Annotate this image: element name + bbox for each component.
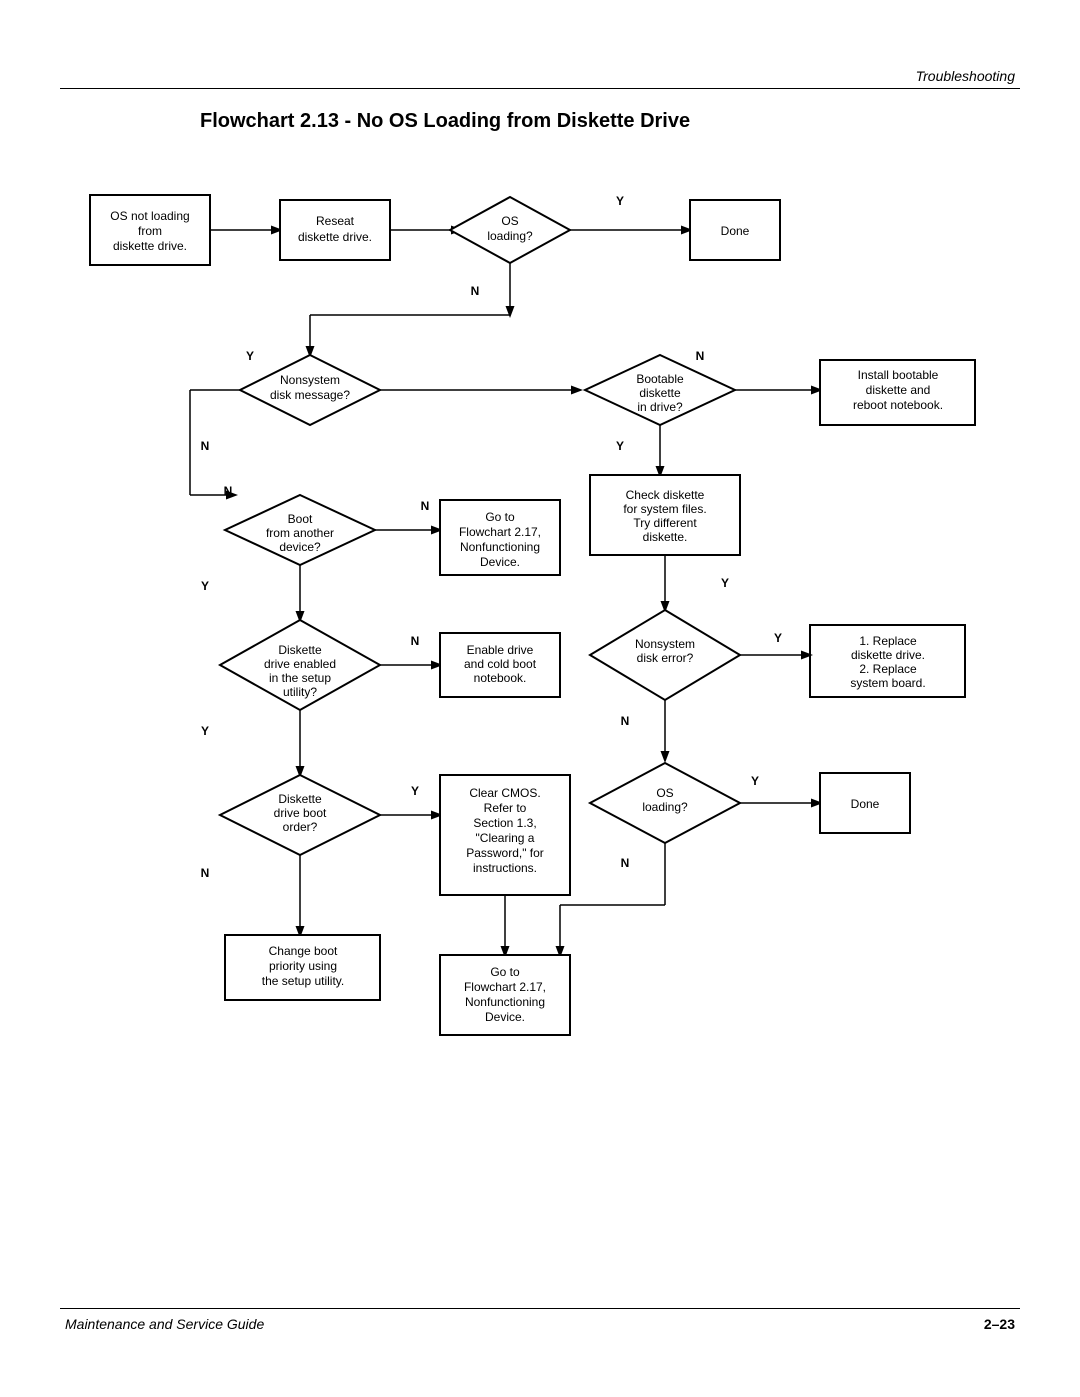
svg-text:N: N	[471, 284, 480, 298]
svg-text:order?: order?	[283, 820, 318, 834]
svg-text:N: N	[201, 439, 210, 453]
header-section: Troubleshooting	[916, 68, 1015, 84]
svg-text:Y: Y	[411, 784, 419, 798]
svg-text:device?: device?	[279, 540, 321, 554]
svg-text:Nonsystem: Nonsystem	[280, 373, 340, 387]
svg-text:Check diskette: Check diskette	[626, 488, 705, 502]
page: Troubleshooting Flowchart 2.13 - No OS L…	[0, 0, 1080, 1397]
svg-text:OS: OS	[656, 786, 673, 800]
svg-text:priority using: priority using	[269, 959, 337, 973]
svg-text:in drive?: in drive?	[637, 400, 683, 414]
svg-text:N: N	[411, 634, 420, 648]
svg-text:diskette drive.: diskette drive.	[851, 648, 925, 662]
svg-text:Section 1.3,: Section 1.3,	[473, 816, 536, 830]
svg-text:N: N	[621, 714, 630, 728]
svg-text:loading?: loading?	[642, 800, 688, 814]
footer-right: 2–23	[984, 1316, 1015, 1332]
svg-text:N: N	[421, 499, 430, 513]
svg-text:notebook.: notebook.	[474, 671, 527, 685]
svg-text:1. Replace: 1. Replace	[859, 634, 917, 648]
svg-text:Install bootable: Install bootable	[858, 368, 939, 382]
svg-text:reboot notebook.: reboot notebook.	[853, 398, 943, 412]
svg-text:Y: Y	[774, 631, 782, 645]
svg-text:Nonfunctioning: Nonfunctioning	[465, 995, 545, 1009]
svg-text:Change boot: Change boot	[269, 944, 338, 958]
svg-text:Y: Y	[201, 724, 209, 738]
footer-line	[60, 1308, 1020, 1309]
svg-text:Device.: Device.	[485, 1010, 525, 1024]
svg-text:N: N	[621, 856, 630, 870]
svg-text:Flowchart 2.17,: Flowchart 2.17,	[459, 525, 541, 539]
svg-text:Diskette: Diskette	[278, 643, 322, 657]
svg-text:OS: OS	[501, 214, 518, 228]
svg-text:diskette and: diskette and	[866, 383, 931, 397]
svg-text:Go to: Go to	[485, 510, 515, 524]
svg-text:Refer to: Refer to	[484, 801, 527, 815]
svg-text:Y: Y	[616, 439, 624, 453]
svg-text:Y: Y	[201, 579, 209, 593]
svg-text:and cold boot: and cold boot	[464, 657, 537, 671]
svg-text:Boot: Boot	[288, 512, 313, 526]
svg-text:diskette: diskette	[639, 386, 681, 400]
flowchart-svg: OS not loading from diskette drive. Rese…	[60, 155, 1020, 1335]
svg-text:Enable drive: Enable drive	[467, 643, 534, 657]
svg-text:diskette drive.: diskette drive.	[298, 230, 372, 244]
svg-text:Device.: Device.	[480, 555, 520, 569]
svg-text:disk message?: disk message?	[270, 388, 350, 402]
svg-text:Nonsystem: Nonsystem	[635, 637, 695, 651]
svg-text:diskette.: diskette.	[643, 530, 688, 544]
svg-text:N: N	[696, 349, 705, 363]
svg-text:"Clearing a: "Clearing a	[476, 831, 535, 845]
svg-text:the setup utility.: the setup utility.	[262, 974, 345, 988]
svg-text:from: from	[138, 224, 162, 238]
svg-text:Done: Done	[721, 224, 750, 238]
svg-text:Nonfunctioning: Nonfunctioning	[460, 540, 540, 554]
svg-text:for system files.: for system files.	[623, 502, 706, 516]
svg-text:drive enabled: drive enabled	[264, 657, 336, 671]
svg-text:N: N	[224, 484, 233, 498]
svg-text:Diskette: Diskette	[278, 792, 322, 806]
svg-text:Flowchart 2.17,: Flowchart 2.17,	[464, 980, 546, 994]
flowchart: OS not loading from diskette drive. Rese…	[60, 155, 1020, 1335]
svg-text:N: N	[201, 866, 210, 880]
svg-text:system board.: system board.	[850, 676, 925, 690]
header-line	[60, 88, 1020, 89]
svg-text:from another: from another	[266, 526, 334, 540]
svg-text:Y: Y	[751, 774, 759, 788]
svg-text:in the setup: in the setup	[269, 671, 331, 685]
svg-text:Try different: Try different	[633, 516, 697, 530]
svg-text:instructions.: instructions.	[473, 861, 537, 875]
svg-text:Password," for: Password," for	[466, 846, 544, 860]
svg-text:Reseat: Reseat	[316, 214, 355, 228]
svg-text:disk error?: disk error?	[637, 651, 694, 665]
svg-text:Y: Y	[246, 349, 254, 363]
svg-text:Y: Y	[721, 576, 729, 590]
svg-text:Y: Y	[616, 194, 624, 208]
svg-text:Done: Done	[851, 797, 880, 811]
svg-text:utility?: utility?	[283, 685, 317, 699]
svg-text:loading?: loading?	[487, 229, 533, 243]
footer-left: Maintenance and Service Guide	[65, 1316, 264, 1332]
svg-text:2. Replace: 2. Replace	[859, 662, 917, 676]
svg-text:drive boot: drive boot	[274, 806, 327, 820]
svg-text:Bootable: Bootable	[636, 372, 684, 386]
svg-text:Clear CMOS.: Clear CMOS.	[469, 786, 540, 800]
page-title: Flowchart 2.13 - No OS Loading from Disk…	[200, 110, 690, 133]
svg-text:diskette drive.: diskette drive.	[113, 239, 187, 253]
svg-text:Go to: Go to	[490, 965, 520, 979]
svg-text:OS not loading: OS not loading	[110, 209, 189, 223]
